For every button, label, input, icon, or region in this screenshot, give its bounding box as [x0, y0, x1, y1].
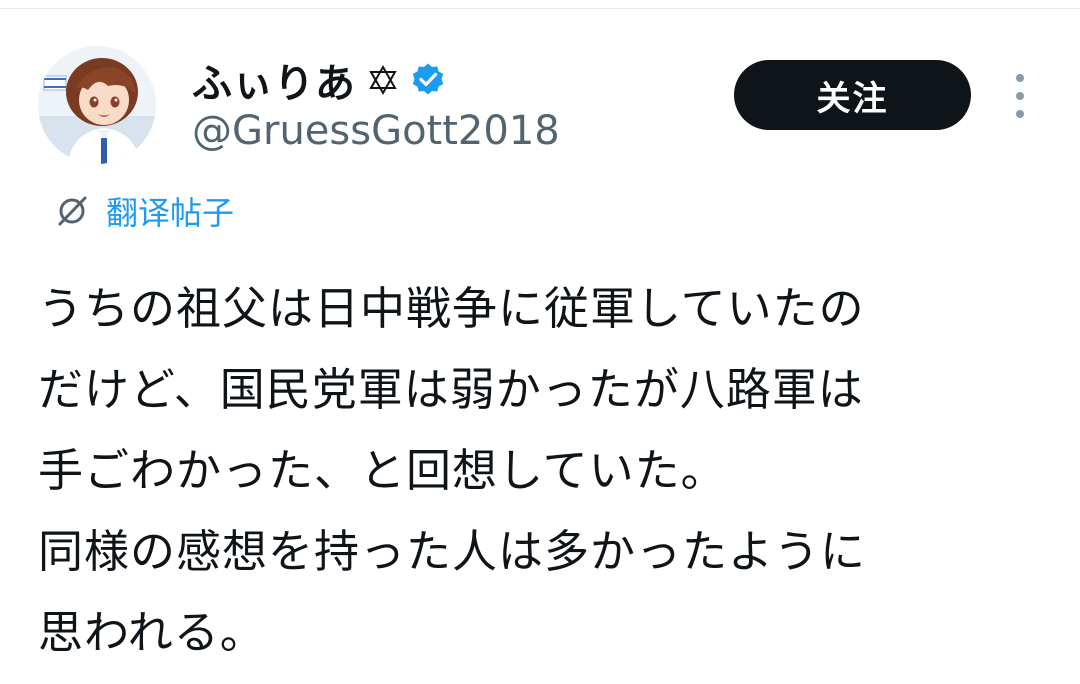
post-text-line: うちの祖父は日中戦争に従軍していたの	[38, 282, 865, 335]
post-text-line: 思われる。	[38, 606, 266, 659]
post-text-line: だけど、国民党軍は弱かったが八路軍は	[38, 363, 864, 416]
avatar-illustration	[38, 46, 156, 164]
author-handle[interactable]: @GruessGott2018	[192, 108, 560, 154]
author-name-row[interactable]: ふぃりあ	[192, 56, 446, 107]
translate-icon	[58, 196, 87, 226]
follow-button[interactable]: 关注	[734, 60, 971, 130]
more-dot	[1016, 92, 1024, 100]
more-options-icon[interactable]	[1006, 74, 1034, 118]
translate-post-link[interactable]: 翻译帖子	[52, 188, 234, 234]
translate-label[interactable]: 翻译帖子	[106, 188, 234, 234]
post-text-line: 手ごわかった、と回想していた。	[38, 444, 727, 497]
post-text: うちの祖父は日中戦争に従軍していたの だけど、国民党軍は弱かったが八路軍は 手ご…	[38, 268, 1048, 673]
post-text-line: 同様の感想を持った人は多かったように	[38, 525, 867, 578]
more-dot	[1016, 110, 1024, 118]
avatar[interactable]	[38, 46, 156, 164]
more-dot	[1016, 74, 1024, 82]
verified-badge-icon	[412, 63, 444, 95]
top-divider	[0, 0, 1080, 9]
star-of-david-icon	[369, 65, 397, 95]
display-name[interactable]: ふぃりあ	[192, 51, 356, 109]
